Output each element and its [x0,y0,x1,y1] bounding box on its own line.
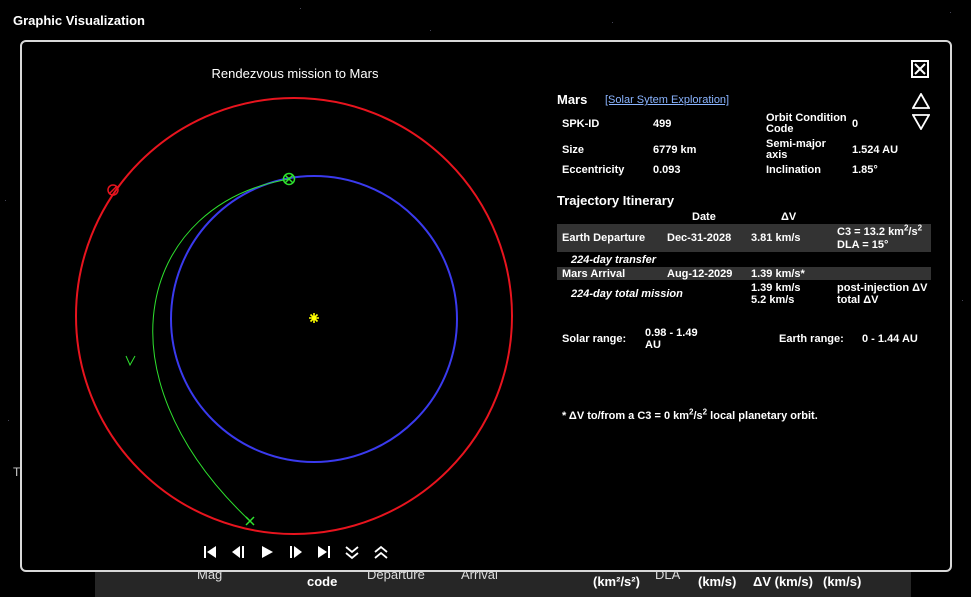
inclination-label: Inclination [766,164,821,176]
background-star [430,30,431,31]
col-header-code: code [307,574,338,589]
eccentricity-label: Eccentricity [562,164,625,176]
mars-arrival-marker [245,516,255,526]
solar-range-value-line1: 0.98 - 1.49 [645,327,698,339]
size-label: Size [562,144,585,156]
post-injection-dv: 1.39 km/s [751,282,801,294]
footnote-text-3: local planetary orbit. [707,410,818,422]
skip-start-icon[interactable] [202,544,218,560]
itinerary-title: Trajectory Itinerary [557,193,675,208]
eccentricity-value: 0.093 [653,164,681,176]
play-icon[interactable] [259,544,275,560]
col-header-vinf2: (km/s) [823,574,862,589]
solar-range-value-line2: AU [645,339,661,351]
departure-date: Dec-31-2028 [667,232,732,244]
page-title: Graphic Visualization [13,13,145,28]
itinerary-col-dv: ΔV [781,211,797,223]
double-chevron-down-icon[interactable] [344,544,360,560]
arrival-dv: 1.39 km/s* [751,268,805,280]
background-star [300,8,301,9]
spk-id-label: SPK-ID [562,118,600,130]
departure-c3-exp2: 2 [917,223,923,233]
transfer-duration: 224-day transfer [571,254,656,266]
skip-end-icon[interactable] [316,544,332,560]
mars-orbit [75,97,513,535]
step-forward-icon[interactable] [288,544,304,560]
next-triangle-icon[interactable] [911,114,931,131]
inclination-value: 1.85° [852,164,878,176]
background-star [8,420,9,421]
footnote-text-2: /s [693,410,703,422]
step-back-icon[interactable] [230,544,246,560]
double-chevron-up-icon[interactable] [373,544,389,560]
background-star [950,12,951,13]
footnote-text-1: * ΔV to/from a C3 = 0 km [562,410,690,422]
total-dv-note: total ΔV [837,294,879,306]
col-header-dv: ΔV (km/s) [753,574,813,589]
background-star [962,300,963,301]
total-mission-label: 224-day total mission [571,288,683,300]
previous-triangle-icon[interactable] [911,92,931,109]
arrival-label: Mars Arrival [562,268,626,280]
solar-range-label: Solar range: [562,333,627,345]
footnote: * ΔV to/from a C3 = 0 km2/s2 local plane… [562,408,818,422]
post-injection-dv-note: post-injection ΔV [837,282,928,294]
spk-id-value: 499 [653,118,672,130]
semi-major-axis-value: 1.524 AU [852,144,899,156]
departure-c3: C3 = 13.2 km2/s2 [837,224,922,238]
itinerary-col-date: Date [692,211,716,223]
semi-major-axis-label: Semi-major axis [766,139,826,161]
semi-major-axis-label-line2: axis [766,149,788,161]
size-value: 6779 km [653,144,697,156]
solar-system-exploration-link[interactable]: [Solar Sytem Exploration] [605,94,729,106]
total-dv: 5.2 km/s [751,294,795,306]
departure-c3-mid: /s [908,226,918,238]
arrival-date: Aug-12-2029 [667,268,733,280]
orbit-condition-value: 0 [852,118,859,130]
target-name: Mars [557,92,588,107]
departure-dla: DLA = 15° [837,239,889,251]
orbit-plot [75,97,513,535]
background-star [5,200,6,201]
orbit-condition-label-line2: Code [766,123,794,135]
earth-range-value: 0 - 1.44 AU [862,333,918,345]
departure-c3-prefix: C3 = 13.2 km [837,226,904,238]
sun-icon [309,313,319,323]
col-header-vinf: (km/s) [698,574,737,589]
direction-arrow-icon [125,355,136,367]
graphic-visualization-modal: Rendezvous mission to Mars Mars [Solar S… [20,40,952,572]
col-header-c3: (km²/s²) [593,574,640,589]
orbit-condition-label: Orbit Condition Code [766,113,847,135]
departure-dv: 3.81 km/s [751,232,801,244]
departure-label: Earth Departure [562,232,646,244]
earth-range-label: Earth range: [779,333,844,345]
close-icon[interactable] [911,60,929,78]
background-star [612,22,613,23]
